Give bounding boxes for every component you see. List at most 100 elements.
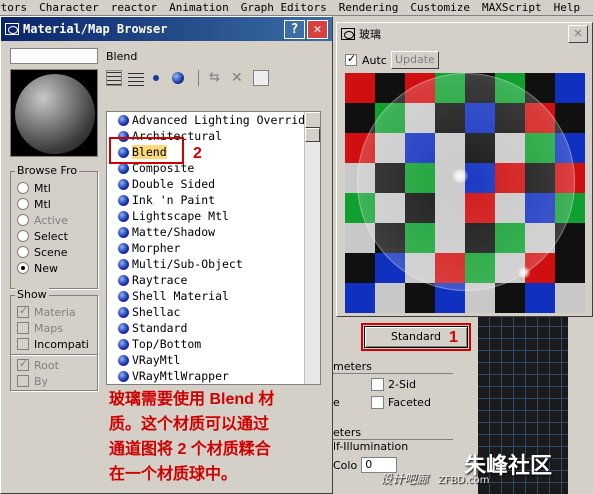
material-list-item[interactable]: Morpher	[107, 240, 320, 256]
radio-label: New	[34, 261, 58, 275]
menu-item[interactable]: Graph Editors	[241, 1, 327, 14]
view-list-icons-icon[interactable]	[128, 70, 144, 86]
specular-highlight	[451, 169, 469, 183]
e-label: e	[333, 396, 340, 409]
radio-button[interactable]	[17, 198, 29, 210]
radio-button[interactable]	[17, 230, 29, 242]
watermark-url: ZFBD.com	[437, 475, 490, 486]
material-list-item[interactable]: Multi/Sub-Object	[107, 256, 320, 272]
material-map-browser: Material/Map Browser ? ✕ Browse Fro Mtl M…	[0, 16, 333, 494]
material-name: Shell Material	[132, 289, 229, 303]
checkbox[interactable]	[17, 357, 29, 371]
menu-item[interactable]: itors	[0, 1, 27, 14]
list-scrollbar[interactable]	[304, 112, 320, 384]
checkbox[interactable]	[17, 375, 29, 387]
show-option[interactable]: Maps	[17, 320, 63, 336]
scroll-thumb[interactable]	[305, 128, 320, 142]
checker-tile	[345, 73, 375, 103]
menu-item[interactable]: Rendering	[339, 1, 399, 14]
radio-label: Select	[34, 229, 68, 243]
params-header-2[interactable]: eters	[333, 426, 453, 440]
faceted-row[interactable]: Faceted	[371, 396, 431, 409]
update-scene-icon[interactable]: ⇆	[209, 70, 225, 86]
params-header-1[interactable]: meters	[333, 360, 453, 374]
show-option[interactable]: Materia	[17, 304, 76, 320]
checkbox-label: Materia	[34, 305, 76, 319]
glass-close-button[interactable]: ✕	[568, 25, 588, 43]
show-label: Show	[15, 288, 49, 301]
extra-options-group: Root By	[10, 351, 98, 391]
delete-icon[interactable]: ✕	[231, 70, 247, 86]
watermark-sub-text: 设计吧廊	[380, 472, 429, 486]
auto-checkbox[interactable]	[345, 52, 357, 66]
material-name: Standard	[132, 321, 188, 335]
material-name-field[interactable]	[10, 48, 98, 64]
material-sphere-icon	[118, 290, 129, 302]
menu-item[interactable]: Customize	[410, 1, 470, 14]
material-list-item[interactable]: Standard	[107, 320, 320, 336]
update-button[interactable]: Update	[390, 51, 439, 69]
browse-from-option[interactable]: Mtl	[17, 180, 51, 196]
extra-option[interactable]: Root	[17, 357, 59, 373]
browser-titlebar[interactable]: Material/Map Browser ? ✕	[1, 17, 332, 41]
browse-from-option[interactable]: Mtl	[17, 196, 51, 212]
material-sphere-icon	[118, 114, 129, 126]
browse-from-option[interactable]: Scene	[17, 244, 68, 260]
material-list-item[interactable]: Matte/Shadow	[107, 224, 320, 240]
material-list-item[interactable]: VRayMtl	[107, 352, 320, 368]
menu-item[interactable]: Help	[554, 1, 581, 14]
menu-item[interactable]: MAXScript	[482, 1, 542, 14]
radio-button[interactable]	[17, 214, 29, 226]
app-icon	[341, 28, 355, 40]
material-list-item[interactable]: Double Sided	[107, 176, 320, 192]
material-sphere-icon	[118, 354, 129, 366]
view-large-icons-icon[interactable]	[172, 70, 188, 86]
checkbox[interactable]	[17, 304, 29, 318]
checker-tile	[525, 283, 555, 313]
material-list-item[interactable]: Lightscape Mtl	[107, 208, 320, 224]
checker-tile	[555, 73, 585, 103]
faceted-checkbox[interactable]	[371, 396, 384, 409]
checkbox[interactable]	[17, 338, 29, 350]
material-list-item[interactable]: Ink 'n Paint	[107, 192, 320, 208]
current-type-label: Blend	[106, 50, 138, 63]
radio-button[interactable]	[17, 182, 29, 194]
browse-from-option[interactable]: Active	[17, 212, 68, 228]
two-sided-row[interactable]: 2-Sid	[371, 378, 416, 391]
show-option[interactable]: Incompati	[17, 336, 89, 352]
glass-preview-canvas[interactable]	[345, 73, 585, 313]
self-illum-value: 0	[365, 458, 373, 471]
scroll-up-button[interactable]	[305, 112, 320, 128]
view-small-icons-icon[interactable]	[150, 70, 166, 86]
checkbox-label: Maps	[34, 321, 63, 335]
browse-from-option[interactable]: New	[17, 260, 58, 276]
material-name: Lightscape Mtl	[132, 209, 229, 223]
menu-item[interactable]: Character	[39, 1, 99, 14]
material-list-item[interactable]: VRayMtlWrapper	[107, 368, 320, 384]
browse-from-option[interactable]: Select	[17, 228, 68, 244]
material-list-item[interactable]: Advanced Lighting Overrid	[107, 112, 320, 128]
two-sided-checkbox[interactable]	[371, 378, 384, 391]
view-list-icon[interactable]	[106, 70, 122, 86]
clear-library-icon[interactable]	[253, 70, 269, 86]
note-line: 质。这个材质可以通过	[109, 416, 270, 433]
material-sphere-icon	[118, 178, 129, 190]
menu-item[interactable]: Animation	[169, 1, 229, 14]
close-button[interactable]: ✕	[307, 19, 328, 39]
checkbox[interactable]	[17, 322, 29, 334]
help-button[interactable]: ?	[284, 19, 305, 39]
material-list-item[interactable]: Shellac	[107, 304, 320, 320]
extra-option[interactable]: By	[17, 373, 48, 389]
glass-titlebar[interactable]: 玻璃 ✕	[337, 23, 592, 45]
material-list-item[interactable]: Top/Bottom	[107, 336, 320, 352]
material-list-item[interactable]: Shell Material	[107, 288, 320, 304]
radio-button[interactable]	[17, 246, 29, 258]
material-list-item[interactable]: Raytrace	[107, 272, 320, 288]
menu-bar: itors Character reactor Animation Graph Edit…	[0, 0, 593, 16]
checkbox-label: By	[34, 374, 49, 388]
radio-button[interactable]	[17, 262, 29, 274]
material-sphere-icon	[118, 242, 129, 254]
material-name: VRayMtl	[132, 353, 181, 367]
menu-item[interactable]: reactor	[111, 1, 157, 14]
annotation-marker-2: 2	[193, 145, 202, 162]
